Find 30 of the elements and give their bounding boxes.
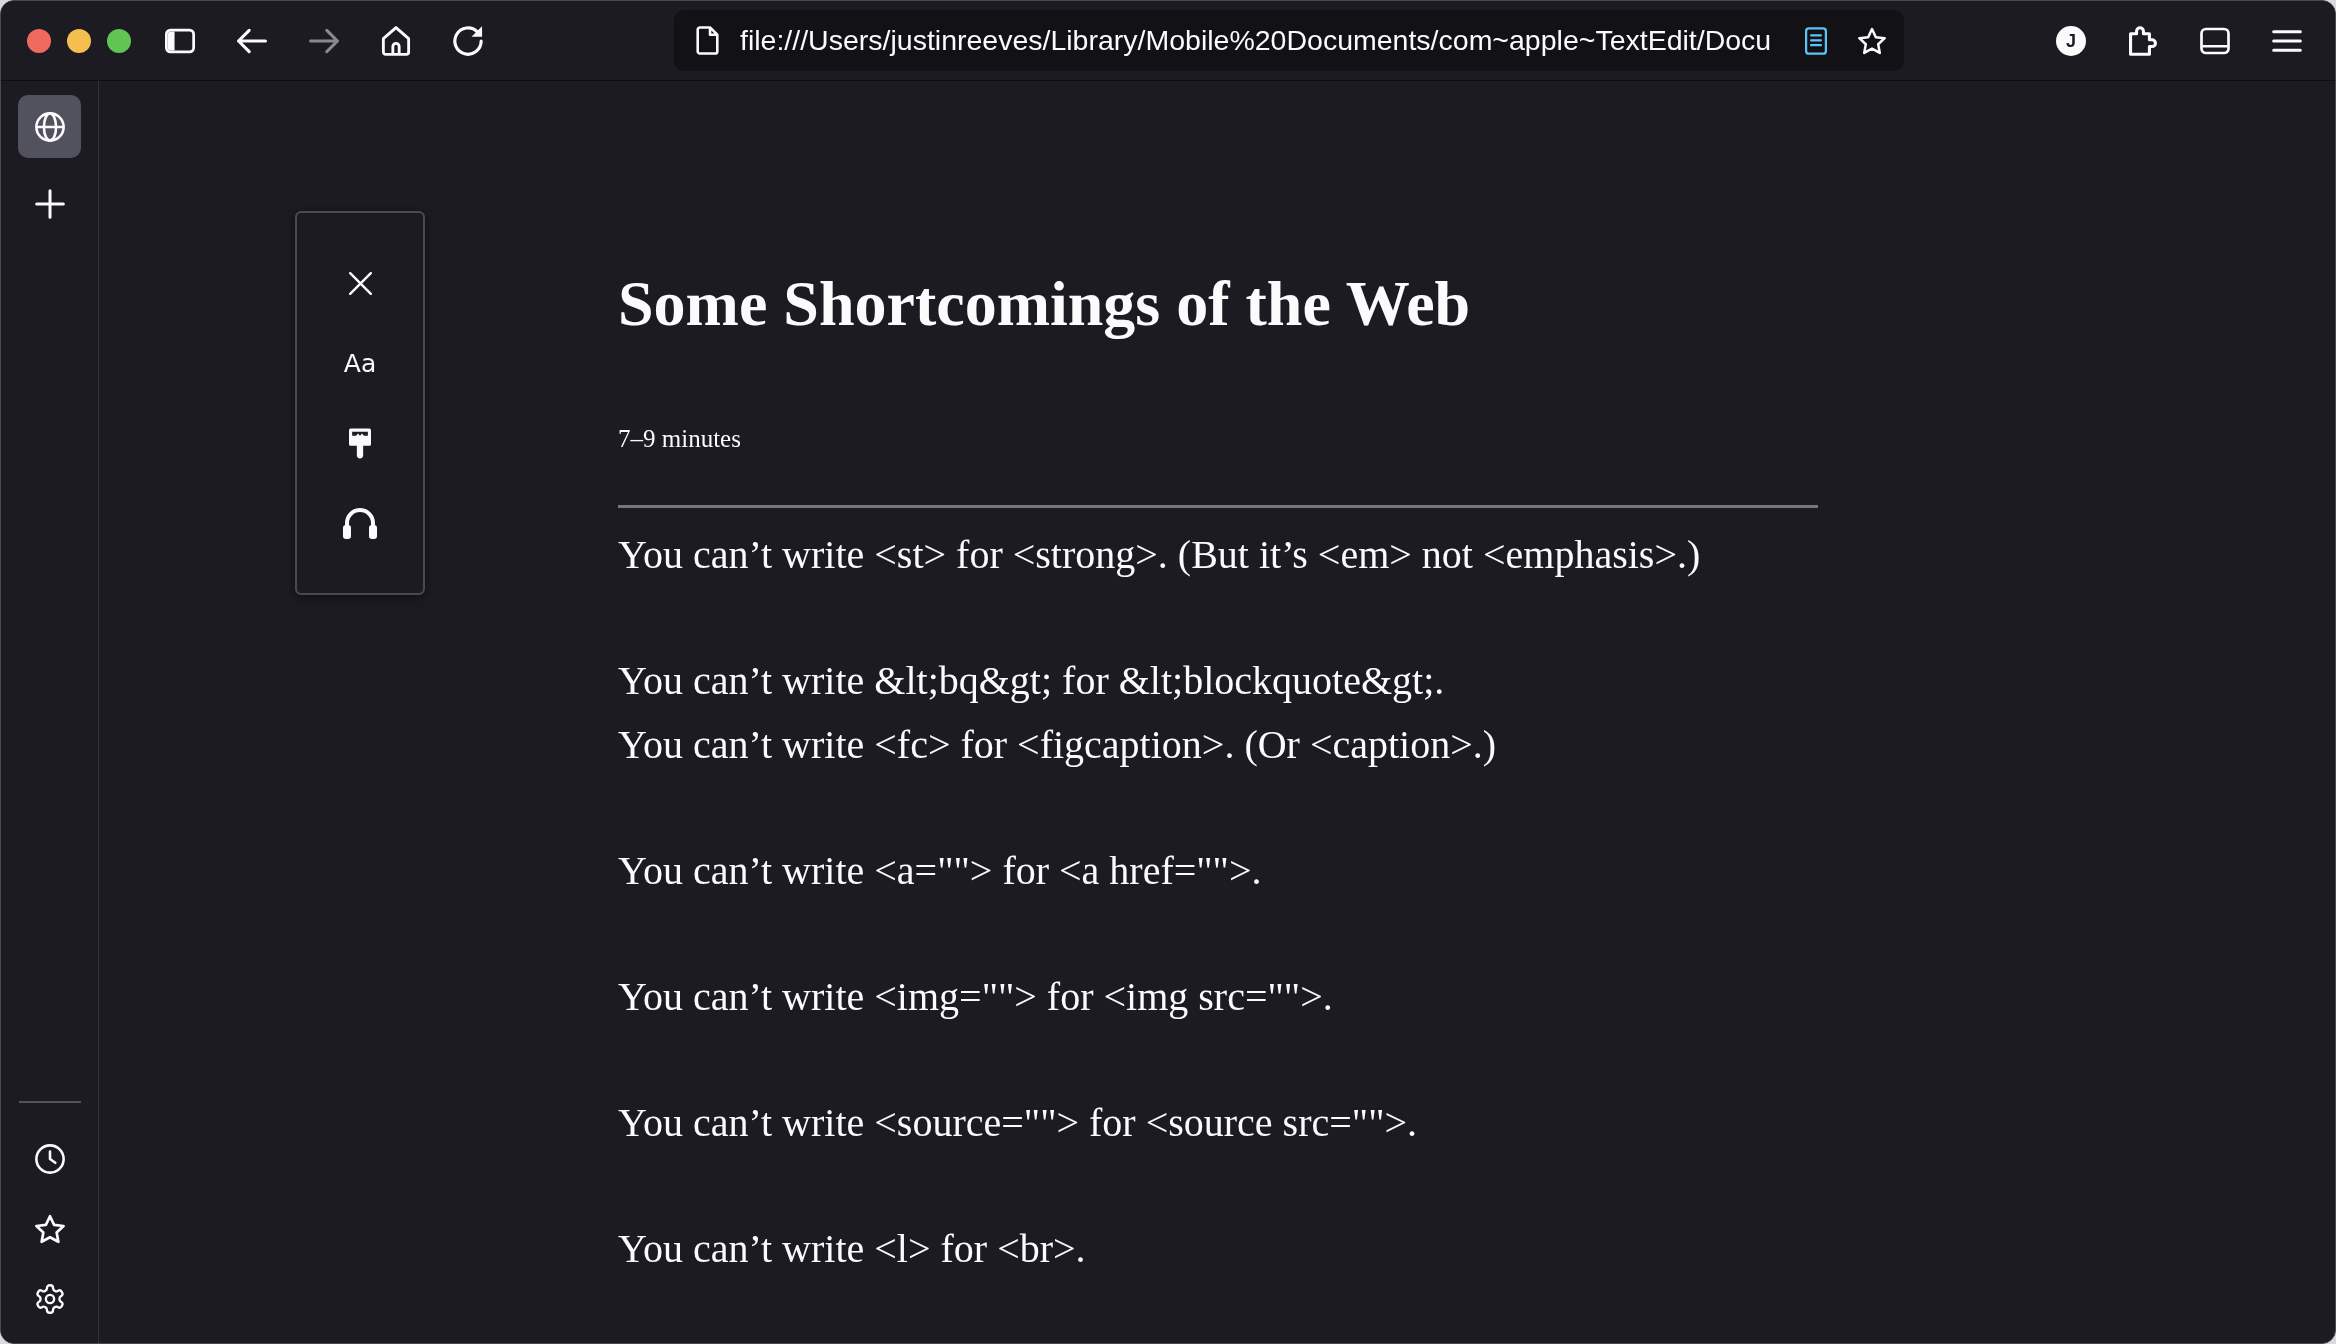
- paragraph-text: You can’t write <img=""> for <img src="">.: [618, 973, 1333, 1021]
- close-window-button[interactable]: [27, 28, 51, 53]
- close-icon: [348, 271, 372, 295]
- zoom-window-button[interactable]: [107, 28, 131, 53]
- paragraph-text: You can’t write <fc> for <figcaption>. (Or <caption>.): [618, 721, 1497, 769]
- panel-icon: [2200, 25, 2230, 56]
- reading-time: 7–9 minutes: [618, 424, 741, 454]
- plus-icon: [34, 189, 65, 219]
- clock-icon: [34, 1144, 65, 1174]
- paintbrush-icon: [349, 427, 371, 459]
- paragraph-text: You can’t write <source=""> for <source src="">.: [618, 1099, 1418, 1147]
- page-icon: [696, 26, 719, 55]
- reload-icon: [453, 25, 483, 56]
- home-icon: [381, 25, 411, 56]
- url-field[interactable]: file:///Users/justinreeves/Library/Mobile%20Documents/com~apple~TextEdit/Docu: [740, 24, 1772, 57]
- minimize-window-button[interactable]: [67, 28, 91, 53]
- paragraph-text: You can’t write <a=""> for <a href="">.: [618, 847, 1262, 895]
- paragraph-text: You can’t write &lt;bq&gt; for &lt;blockquote&gt;.: [618, 657, 1445, 705]
- paragraph-text: You can’t write <st> for <strong>. (But it’s <em> not <emphasis>.): [618, 531, 1701, 579]
- settings-icon: [34, 1284, 65, 1314]
- star-icon: [1858, 26, 1886, 55]
- article-title: Some Shortcomings of the Web: [618, 267, 1472, 341]
- star-icon: [34, 1214, 65, 1244]
- account-avatar[interactable]: J: [2056, 25, 2086, 56]
- globe-icon: [34, 111, 65, 142]
- headphones-icon: [343, 507, 377, 539]
- puzzle-piece-icon: [2128, 25, 2158, 56]
- paragraph-text: You can’t write <l> for <br>.: [618, 1225, 1086, 1273]
- web-panel-button[interactable]: [18, 95, 81, 158]
- text-settings-button[interactable]: Aa: [330, 333, 390, 393]
